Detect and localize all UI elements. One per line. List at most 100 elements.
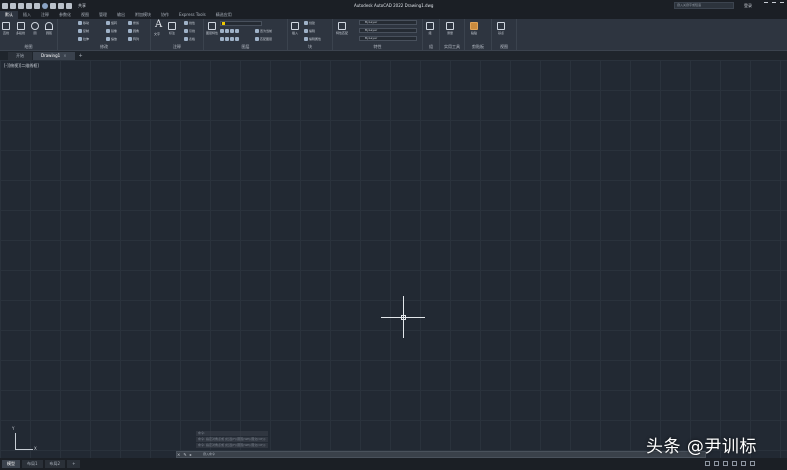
web-mobile-icon[interactable] <box>42 2 48 9</box>
panel-title-modify[interactable]: 修改 <box>58 44 150 50</box>
group-button[interactable]: 组 <box>426 22 434 35</box>
panel-title-annotation[interactable]: 注释 <box>151 44 203 50</box>
array-button[interactable]: 阵列 <box>128 37 139 41</box>
mirror-button[interactable]: 镜像 <box>106 29 117 33</box>
tab-start[interactable]: 开始 <box>8 52 32 60</box>
edit-block-button[interactable]: 编辑 <box>304 29 315 33</box>
create-block-button[interactable]: 创建 <box>304 21 315 25</box>
rotate-button[interactable]: 旋转 <box>106 21 117 25</box>
search-input[interactable]: 键入关键字或短语 <box>674 2 734 9</box>
arc-button[interactable]: 圆弧 <box>45 22 53 35</box>
app-menu-icon[interactable] <box>2 2 8 9</box>
panel-clipboard: 粘贴 剪贴板 <box>465 19 492 51</box>
tab-default[interactable]: 默认 <box>0 11 18 19</box>
tab-addins[interactable]: 附加模块 <box>130 11 156 19</box>
window-title: Autodesk AutoCAD 2022 Drawing1.dwg <box>354 3 434 8</box>
tab-manage[interactable]: 管理 <box>94 11 112 19</box>
panel-title-properties[interactable]: 特性 <box>333 44 422 50</box>
maximize-icon[interactable] <box>772 2 776 6</box>
rotate-icon <box>106 21 110 25</box>
tab-annotate[interactable]: 注释 <box>36 11 54 19</box>
layer-properties-button[interactable]: 图层特性 <box>206 22 218 35</box>
share-button[interactable]: 共享 <box>78 3 86 9</box>
tab-featured-apps[interactable]: 精选应用 <box>211 11 237 19</box>
table-icon <box>184 37 188 41</box>
tab-output[interactable]: 输出 <box>112 11 130 19</box>
move-button[interactable]: 移动 <box>78 21 89 25</box>
paste-button[interactable]: 粘贴 <box>470 22 478 35</box>
close-tab-icon[interactable]: × <box>63 53 66 58</box>
snap-toggle-icon[interactable] <box>714 461 719 466</box>
linetype-dropdown[interactable]: ByLayer <box>359 28 417 33</box>
tab-collaborate[interactable]: 协作 <box>156 11 174 19</box>
dimension-button[interactable]: 标注 <box>168 22 176 35</box>
tab-drawing1[interactable]: Drawing1 × <box>33 52 75 60</box>
drawing-canvas[interactable] <box>0 60 787 458</box>
new-tab-button[interactable]: + <box>75 52 87 60</box>
panel-title-clipboard[interactable]: 剪贴板 <box>465 44 491 50</box>
color-dropdown[interactable]: ByLayer <box>359 20 417 25</box>
fillet-button[interactable]: 圆角 <box>128 29 139 33</box>
plot-icon[interactable] <box>50 2 56 9</box>
tab-parametric[interactable]: 参数化 <box>54 11 76 19</box>
layer-tools-row[interactable] <box>220 29 239 33</box>
ortho-toggle-icon[interactable] <box>723 461 728 466</box>
line-button[interactable]: 直线 <box>2 22 10 35</box>
circle-button[interactable]: 圆 <box>31 22 39 35</box>
panel-title-block[interactable]: 块 <box>288 44 332 50</box>
layer-tools-row-2[interactable] <box>220 37 239 41</box>
tab-view[interactable]: 视图 <box>76 11 94 19</box>
tab-layout1[interactable]: 布局1 <box>22 460 43 468</box>
command-history: 命令: 命令: 指定对角点或 [栏选(F)/圈围(WP)/圈交(CP)]: 命令… <box>196 431 268 449</box>
insert-block-button[interactable]: 插入 <box>291 22 299 35</box>
scale-button[interactable]: 缩放 <box>106 37 117 41</box>
edit-attributes-button[interactable]: 编辑属性 <box>304 37 321 41</box>
measure-button[interactable]: 测量 <box>446 22 454 35</box>
tab-express-tools[interactable]: Express Tools <box>174 11 211 19</box>
match-layer-button[interactable]: 匹配图层 <box>255 37 272 41</box>
customize-command-icon[interactable]: ✎ <box>183 452 186 457</box>
text-button[interactable]: 文字 <box>154 32 160 36</box>
base-point-button[interactable]: 基点 <box>497 22 505 35</box>
copy-button[interactable]: 复制 <box>78 29 89 33</box>
save-icon[interactable] <box>26 2 32 9</box>
close-icon[interactable] <box>780 2 784 6</box>
undo-icon[interactable] <box>58 2 64 9</box>
osnap-toggle-icon[interactable] <box>741 461 746 466</box>
open-file-icon[interactable] <box>18 2 24 9</box>
add-layout-button[interactable]: + <box>67 460 81 468</box>
leader-button[interactable]: 引线 <box>184 29 195 33</box>
lineweight-dropdown[interactable]: ByLayer <box>359 36 417 41</box>
minimize-icon[interactable] <box>764 2 768 6</box>
new-file-icon[interactable] <box>10 2 16 9</box>
close-command-line-icon[interactable]: × <box>177 452 180 457</box>
panel-title-groups[interactable]: 组 <box>423 44 439 50</box>
trim-button[interactable]: 修剪 <box>128 21 139 25</box>
tab-insert[interactable]: 插入 <box>18 11 36 19</box>
text-icon[interactable]: A <box>155 19 162 30</box>
save-as-icon[interactable] <box>34 2 40 9</box>
set-current-button[interactable]: 置为当前 <box>255 29 272 33</box>
tab-model[interactable]: 模型 <box>2 460 20 468</box>
layer-dropdown[interactable] <box>220 21 262 26</box>
polyline-button[interactable]: 多段线 <box>16 22 25 35</box>
redo-icon[interactable] <box>66 2 72 9</box>
tab-layout2[interactable]: 布局2 <box>44 460 66 468</box>
panel-groups: 组 组 <box>423 19 440 51</box>
panel-title-view[interactable]: 视图 <box>492 44 516 50</box>
polar-toggle-icon[interactable] <box>732 461 737 466</box>
panel-title-layers[interactable]: 图层 <box>204 44 287 50</box>
table-button[interactable]: 表格 <box>184 37 195 41</box>
sign-in-button[interactable]: 登录 <box>744 3 752 9</box>
viewport-controls[interactable]: [-][俯视][二维线框] <box>4 63 39 69</box>
panel-title-utilities[interactable]: 实用工具 <box>440 44 464 50</box>
customize-status-icon[interactable] <box>750 461 755 466</box>
linear-button[interactable]: 线性 <box>184 21 195 25</box>
match-properties-button[interactable]: 特性匹配 <box>336 22 348 35</box>
command-input[interactable]: 键入命令 <box>176 451 706 458</box>
stretch-button[interactable]: 拉伸 <box>78 37 89 41</box>
grid-toggle-icon[interactable] <box>705 461 710 466</box>
group-icon <box>426 22 434 30</box>
panel-title-draw[interactable]: 绘图 <box>0 44 57 50</box>
match-layer-icon <box>255 37 259 41</box>
